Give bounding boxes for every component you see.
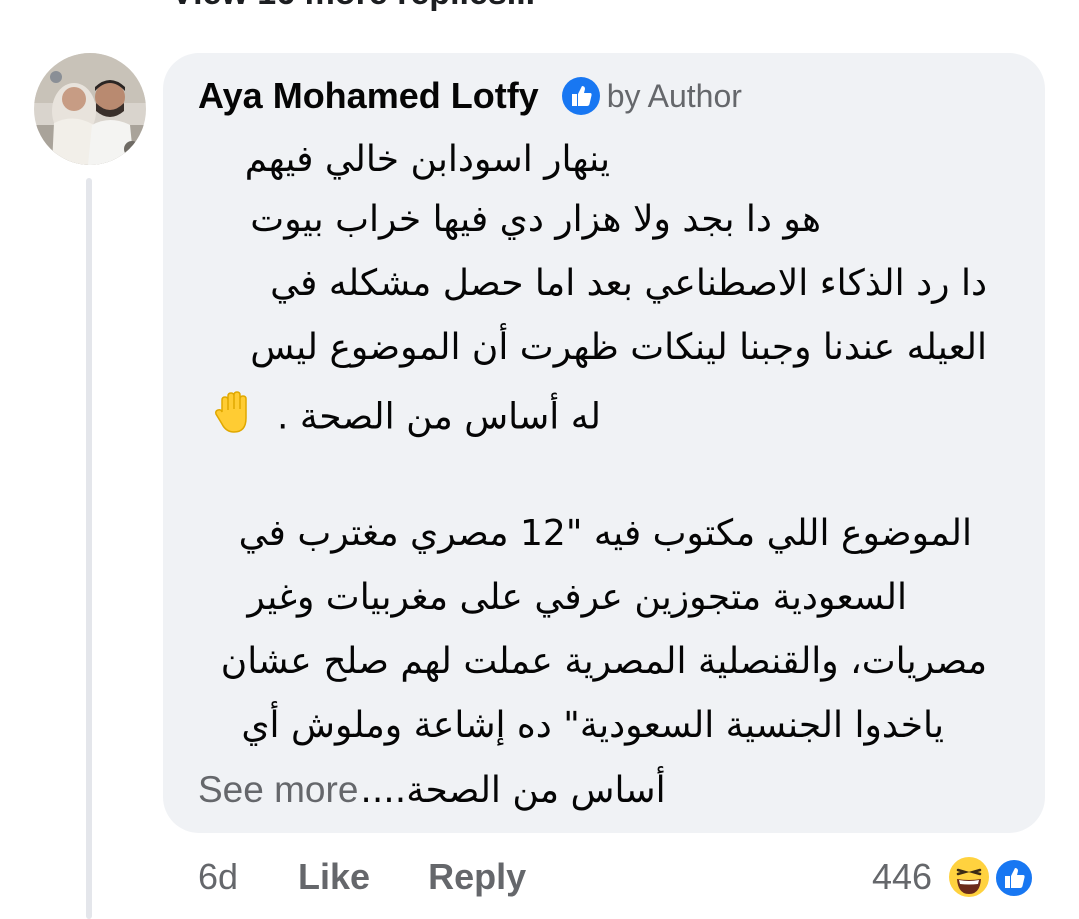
comment-line: العيله عندنا وجبنا لينكات ظهرت أن الموضو… [250, 327, 987, 368]
like-button[interactable]: Like [298, 856, 370, 898]
reactions-summary[interactable]: 446 [872, 852, 1038, 902]
comment-line: الموضوع اللي مكتوب فيه "12 مصري مغترب في [238, 513, 972, 554]
comment-line: ينهار اسودابن خالي فيهم [244, 139, 610, 180]
haha-emoji-icon [947, 855, 992, 899]
comment-actions: 6d Like Reply [198, 852, 584, 902]
comment-line-text: له أساس من الصحة . [277, 396, 601, 438]
timestamp[interactable]: 6d [198, 856, 238, 898]
comment-line: مصريات، والقنصلية المصرية عملت لهم صلح ع… [220, 641, 987, 682]
comment-line: له أساس من الصحة . [212, 390, 601, 447]
comment-line: دا رد الذكاء الاصطناعي بعد اما حصل مشكله… [270, 263, 987, 304]
comment-line: ياخدوا الجنسية السعودية" ده إشاعة وملوش … [241, 705, 944, 746]
comment-line: السعودية متجوزين عرفي على مغربيات وغير [247, 577, 907, 618]
comment-last-line: See more أساس من الصحة.... [198, 768, 666, 812]
comment-line: أساس من الصحة.... [360, 769, 666, 811]
comment-line: هو دا بجد ولا هزار دي فيها خراب بيوت [250, 199, 821, 240]
like-thumb-icon [994, 858, 1035, 898]
raised-hand-emoji-icon [212, 390, 258, 447]
reply-button[interactable]: Reply [428, 856, 526, 898]
see-more-link[interactable]: See more [198, 769, 358, 811]
reaction-icons [946, 852, 1038, 902]
reaction-count[interactable]: 446 [872, 856, 932, 898]
